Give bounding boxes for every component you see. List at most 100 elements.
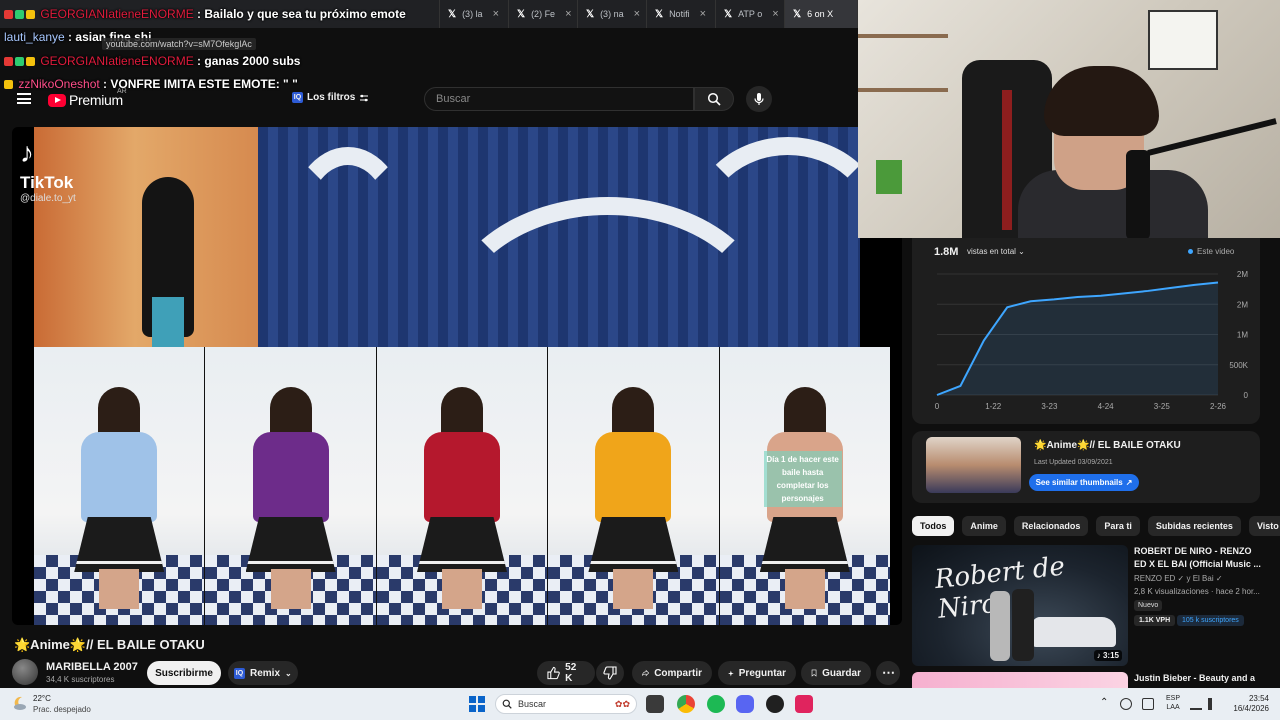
recommended-title[interactable]: Justin Bieber - Beauty and a: [1134, 673, 1255, 683]
chevron-up-icon[interactable]: ⌃: [1100, 697, 1108, 708]
views-select[interactable]: vistas en total ⌄: [967, 247, 1025, 256]
obs-icon[interactable]: [766, 695, 784, 713]
badge-icon: [4, 10, 13, 19]
badge-icon: [4, 80, 13, 89]
browser-tab[interactable]: 𝕏 Notifi ×: [647, 0, 716, 28]
sliders-icon: [360, 94, 369, 101]
badge-icon: [26, 10, 35, 19]
chart-y-tick-label: 2M: [1237, 300, 1248, 309]
weather-moon-icon[interactable]: [11, 695, 27, 711]
video-player[interactable]: Día 1 de hacer este baile hasta completa…: [12, 127, 902, 625]
search-input[interactable]: Buscar: [424, 87, 694, 111]
search-button[interactable]: [694, 87, 734, 111]
tiktok-app-icon[interactable]: [795, 695, 813, 713]
chrome-icon[interactable]: [677, 695, 695, 713]
hamburger-menu-icon[interactable]: [17, 93, 31, 104]
x-logo-icon: 𝕏: [793, 8, 802, 20]
taskbar-clock[interactable]: 23:54 16/4/2026: [1227, 694, 1269, 714]
weather-temperature[interactable]: 22°C: [33, 694, 51, 703]
network-off-icon[interactable]: [1120, 698, 1132, 710]
chip-anime[interactable]: Anime: [962, 516, 1006, 536]
x-logo-icon: 𝕏: [517, 8, 526, 20]
device-icon[interactable]: [1142, 698, 1154, 710]
bookmark-icon: [811, 669, 817, 677]
total-views: 1.8M: [934, 246, 959, 258]
chip-relacionados[interactable]: Relacionados: [1013, 516, 1089, 536]
channel-name[interactable]: MARIBELLA 2007: [46, 661, 138, 673]
volume-icon[interactable]: [1208, 698, 1220, 710]
youtube-premium-logo[interactable]: Premium: [48, 92, 123, 108]
discord-icon[interactable]: [736, 695, 754, 713]
more-options-icon[interactable]: ⋯: [876, 661, 900, 685]
badge-icon: [15, 10, 24, 19]
badge-icon: [15, 57, 24, 66]
chip-visto[interactable]: Visto: [1248, 516, 1280, 536]
chart-y-tick-label: 500K: [1229, 361, 1248, 370]
weather-description[interactable]: Prac. despejado: [33, 705, 91, 714]
similar-thumbnails-button[interactable]: See similar thumbnails ↗: [1029, 474, 1139, 491]
subscribe-button[interactable]: Suscribirme: [147, 661, 221, 685]
x-logo-icon: 𝕏: [655, 8, 664, 20]
tiktok-icon: ♪: [20, 137, 34, 168]
remix-button[interactable]: IQ Remix ⌄: [228, 661, 298, 685]
close-icon[interactable]: ×: [634, 8, 640, 20]
windows-taskbar: [0, 688, 1280, 720]
webcam-feed: [858, 0, 1280, 238]
filters-button[interactable]: IQ Los filtros: [292, 92, 369, 103]
tiktok-watermark: ♪ TikTok @diale.to_yt: [20, 137, 76, 204]
close-icon[interactable]: ×: [700, 8, 706, 20]
save-button[interactable]: Guardar: [801, 661, 871, 685]
recommended-channel[interactable]: RENZO ED ✓ y El Bai ✓: [1134, 574, 1223, 583]
chart-area: [937, 282, 1218, 395]
video-dance-panels: Día 1 de hacer este baile hasta completa…: [34, 347, 891, 625]
browser-tab[interactable]: 𝕏 (3) la ×: [440, 0, 509, 28]
chart-y-tick-label: 2M: [1237, 270, 1248, 279]
like-button[interactable]: 52 K: [537, 661, 595, 685]
chat-message: GEORGIANIatieneENORME : ganas 2000 subs: [4, 54, 300, 68]
related-title[interactable]: 🌟Anime🌟// EL BAILE OTAKU: [1034, 440, 1181, 451]
video-frame-wave: [258, 127, 888, 347]
related-thumbnail[interactable]: [926, 437, 1021, 493]
browser-tab[interactable]: 𝕏 (3) na ×: [578, 0, 647, 28]
chip-subidas-recientes[interactable]: Subidas recientes: [1147, 516, 1241, 536]
ask-button[interactable]: Preguntar: [718, 661, 796, 685]
video-caption: Día 1 de hacer este baile hasta completa…: [763, 451, 842, 507]
windows-start-icon[interactable]: [469, 696, 485, 712]
browser-tab-active[interactable]: 𝕏6 on X: [785, 0, 858, 28]
recommended-title[interactable]: ROBERT DE NIRO - RENZO ED X EL BAI (Offi…: [1134, 545, 1262, 571]
close-icon[interactable]: ×: [565, 8, 571, 20]
hover-url: youtube.com/watch?v=sM7OfekglAc: [102, 38, 256, 50]
browser-tab[interactable]: 𝕏 ATP o ×: [716, 0, 785, 28]
spotify-icon[interactable]: [707, 695, 725, 713]
channel-subscribers: 34,4 K suscriptores: [46, 675, 115, 684]
vph-badge: 1.1K VPH: [1134, 615, 1176, 626]
extension-icon: IQ: [234, 667, 245, 679]
chip-todos[interactable]: Todos: [912, 516, 955, 536]
chip-para-ti[interactable]: Para ti: [1096, 516, 1140, 536]
search-icon: [502, 699, 512, 709]
subs-badge: 105 k suscriptores: [1177, 615, 1244, 626]
chat-message: GEORGIANIatieneENORME : Bailalo y que se…: [4, 7, 406, 21]
x-logo-icon: 𝕏: [724, 8, 733, 20]
wifi-icon[interactable]: [1190, 698, 1202, 710]
chart-x-tick-label: 4-24: [1098, 402, 1115, 411]
close-icon[interactable]: ×: [493, 8, 499, 20]
recommended-thumbnail[interactable]: Robert de Niro ♪ 3:15: [912, 545, 1128, 666]
chart-x-tick-label: 0: [935, 402, 940, 411]
chart-x-tick-label: 3-25: [1154, 402, 1171, 411]
share-button[interactable]: Compartir: [632, 661, 712, 685]
video-duration: ♪ 3:15: [1093, 650, 1122, 661]
task-view-icon[interactable]: [646, 695, 664, 713]
browser-tab[interactable]: 𝕏 (2) Fe ×: [509, 0, 578, 28]
language-indicator[interactable]: ESP LAA: [1166, 694, 1180, 712]
chart-legend: Este video: [1188, 247, 1234, 256]
dislike-button[interactable]: [596, 661, 624, 685]
share-icon: [642, 669, 650, 677]
chart-y-tick-label: 1M: [1237, 331, 1248, 340]
close-icon[interactable]: ×: [772, 8, 778, 20]
taskbar-search[interactable]: Buscar ✿✿: [495, 694, 637, 714]
chart-x-tick-label: 2-26: [1210, 402, 1227, 411]
channel-avatar[interactable]: [12, 659, 38, 685]
microphone-icon: [754, 93, 764, 105]
voice-search-button[interactable]: [746, 86, 772, 112]
